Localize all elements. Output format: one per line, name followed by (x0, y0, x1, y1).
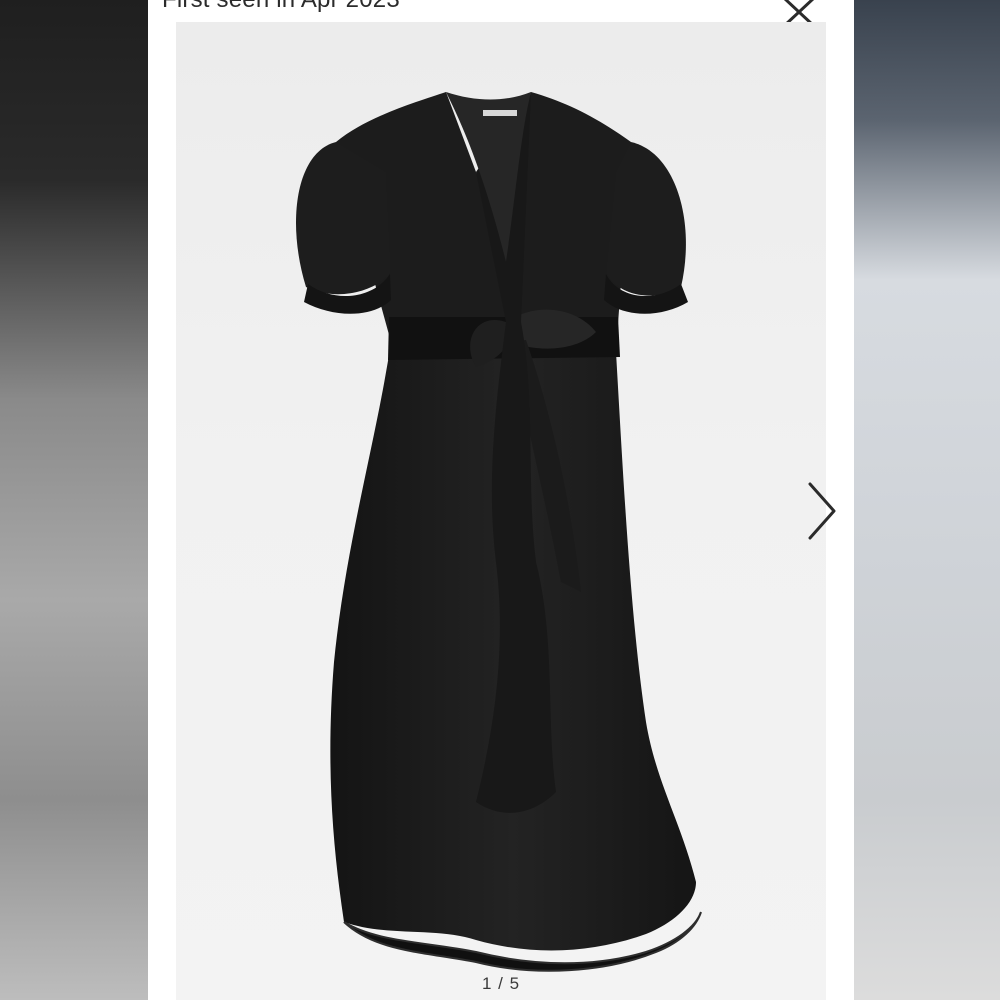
backdrop-left (0, 0, 150, 1000)
backdrop-right (852, 0, 1000, 1000)
dress-image (296, 92, 702, 972)
image-counter-label: 1 / 5 (481, 974, 521, 993)
image-counter: 1 / 5 (148, 974, 854, 994)
product-photo (176, 22, 826, 1000)
chevron-right-icon (808, 482, 836, 540)
next-image-button[interactable] (800, 478, 844, 544)
image-viewer-modal: First seen in Apr 2023 (148, 0, 854, 1000)
modal-title: First seen in Apr 2023 (162, 0, 400, 14)
